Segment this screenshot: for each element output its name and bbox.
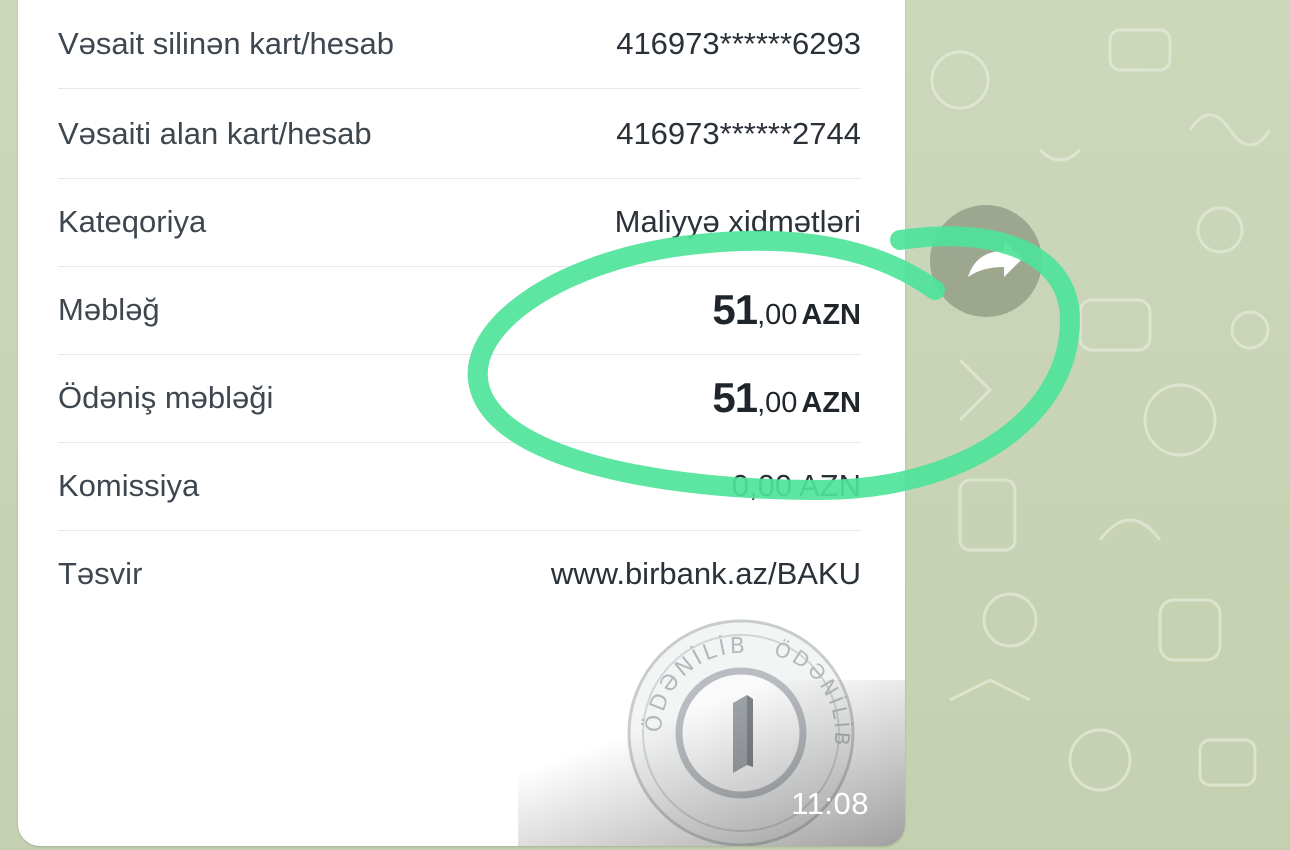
row-commission: Komissiya 0,00 AZN [58,442,861,531]
payment-amount-label: Ödəniş məbləği [58,380,274,415]
row-debit-card: Vəsait silinən kart/hesab 416973******62… [58,0,861,89]
row-category: Kateqoriya Maliyyə xidmətləri [58,178,861,267]
row-credit-card: Vəsaiti alan kart/hesab 416973******2744 [58,90,861,179]
row-description: Təsvir www.birbank.az/BAKU [58,530,861,618]
payment-amount-integer: 51 [712,374,758,421]
description-label: Təsvir [58,556,143,591]
share-arrow-icon [968,241,1022,277]
payment-amount-currency: AZN [801,387,861,419]
amount-decimal: ,00 [757,299,798,331]
amount-integer: 51 [712,286,758,333]
payment-amount-decimal: ,00 [757,387,798,419]
receipt-message-bubble: Vəsait silinən kart/hesab 416973******62… [18,0,905,846]
share-button[interactable] [930,205,1042,317]
amount-currency: AZN [801,299,861,331]
amount-value: 51,00 AZN [712,286,861,334]
debit-card-label: Vəsait silinən kart/hesab [58,26,395,61]
credit-card-value: 416973******2744 [616,116,861,151]
category-value: Maliyyə xidmətləri [614,204,861,239]
debit-card-value: 416973******6293 [616,26,861,61]
category-label: Kateqoriya [58,204,207,239]
row-amount: Məbləğ 51,00 AZN [58,266,861,355]
amount-label: Məbləğ [58,292,160,327]
description-value: www.birbank.az/BAKU [550,556,861,591]
message-time: 11:08 [791,786,869,821]
commission-value: 0,00 AZN [731,468,861,503]
credit-card-label: Vəsaiti alan kart/hesab [58,116,372,151]
payment-amount-value: 51,00 AZN [712,374,861,422]
commission-label: Komissiya [58,468,200,503]
row-payment-amount: Ödəniş məbləği 51,00 AZN [58,354,861,443]
